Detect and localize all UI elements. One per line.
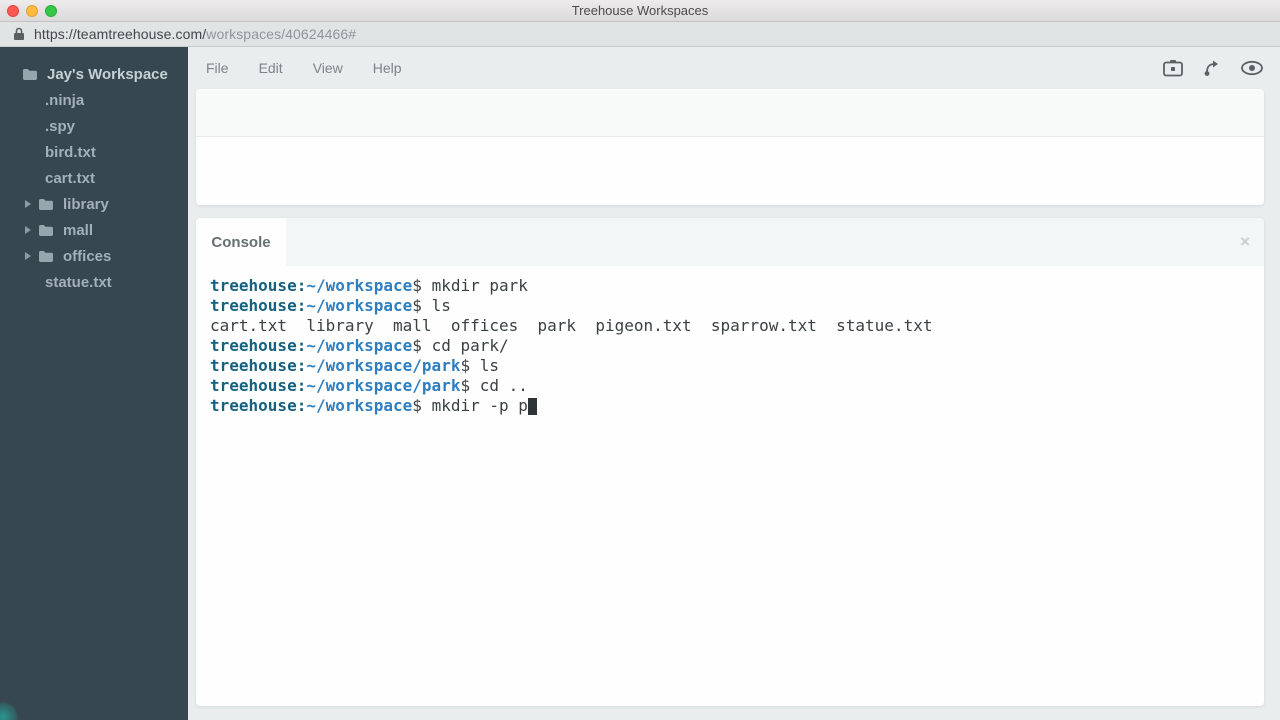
close-window-button[interactable] [7, 5, 19, 17]
console-line: treehouse:~/workspace/park$ cd .. [210, 376, 1264, 396]
console-line: treehouse:~/workspace/park$ ls [210, 356, 1264, 376]
lock-icon [13, 27, 25, 41]
minimize-window-button[interactable] [26, 5, 38, 17]
menu-edit[interactable]: Edit [259, 60, 283, 76]
folder-icon [39, 199, 53, 210]
menu-bar: File Edit View Help [188, 47, 1280, 89]
chevron-right-icon[interactable] [25, 226, 31, 234]
workspace-name: Jay's Workspace [47, 66, 168, 83]
sidebar-item-spy[interactable]: .spy [0, 113, 188, 139]
terminal-cursor [528, 398, 537, 415]
folder-icon [39, 251, 53, 262]
tab-console[interactable]: Console [196, 218, 286, 266]
folder-label: offices [63, 248, 111, 265]
editor-panel [196, 89, 1264, 205]
sidebar-item-offices[interactable]: offices [0, 243, 188, 269]
chevron-right-icon[interactable] [25, 200, 31, 208]
titlebar: Treehouse Workspaces [0, 0, 1280, 22]
file-label: cart.txt [45, 170, 95, 187]
sidebar-item-mall[interactable]: mall [0, 217, 188, 243]
folder-label: mall [63, 222, 93, 239]
teal-corner-accent [0, 702, 18, 720]
editor-tab-strip [196, 89, 1264, 137]
console-line: treehouse:~/workspace$ mkdir park [210, 276, 1264, 296]
folder-label: library [63, 196, 109, 213]
menu-help[interactable]: Help [373, 60, 402, 76]
console-input-line[interactable]: treehouse:~/workspace$ mkdir -p p [210, 396, 1264, 416]
sidebar-item-bird-txt[interactable]: bird.txt [0, 139, 188, 165]
file-label: .ninja [45, 92, 84, 109]
url-bar[interactable]: https://teamtreehouse.com/workspaces/406… [0, 22, 1280, 47]
browser-window: Treehouse Workspaces https://teamtreehou… [0, 0, 1280, 720]
eye-icon[interactable] [1240, 60, 1264, 76]
file-label: bird.txt [45, 144, 96, 161]
terminal-output[interactable]: treehouse:~/workspace$ mkdir park treeho… [196, 266, 1264, 416]
console-output-line: cart.txt library mall offices park pigeo… [210, 316, 1264, 336]
sidebar-item-ninja[interactable]: .ninja [0, 87, 188, 113]
menu-view[interactable]: View [313, 60, 343, 76]
file-label: .spy [45, 118, 75, 135]
folder-icon [39, 225, 53, 236]
sidebar-item-statue-txt[interactable]: statue.txt [0, 269, 188, 295]
camera-icon[interactable] [1162, 59, 1184, 77]
workspace-main: File Edit View Help [188, 47, 1280, 720]
console-panel: Console × treehouse:~/workspace$ mkdir p… [196, 218, 1264, 706]
sidebar-item-cart-txt[interactable]: cart.txt [0, 165, 188, 191]
close-icon[interactable]: × [1240, 218, 1250, 266]
folder-icon [23, 69, 37, 80]
file-label: statue.txt [45, 274, 112, 291]
address-text[interactable]: https://teamtreehouse.com/workspaces/406… [34, 26, 356, 42]
console-tab-label: Console [211, 234, 270, 251]
sidebar-item-library[interactable]: library [0, 191, 188, 217]
file-tree-sidebar: Jay's Workspace .ninja .spy bird.txt car… [0, 47, 188, 720]
console-line: treehouse:~/workspace$ ls [210, 296, 1264, 316]
zoom-window-button[interactable] [45, 5, 57, 17]
workspace-root[interactable]: Jay's Workspace [0, 61, 188, 87]
menu-file[interactable]: File [206, 60, 229, 76]
console-tab-bar: Console × [196, 218, 1264, 266]
editor-empty-area[interactable] [196, 137, 1264, 203]
fork-icon[interactable] [1203, 59, 1221, 77]
window-title: Treehouse Workspaces [0, 3, 1280, 18]
console-line: treehouse:~/workspace$ cd park/ [210, 336, 1264, 356]
chevron-right-icon[interactable] [25, 252, 31, 260]
